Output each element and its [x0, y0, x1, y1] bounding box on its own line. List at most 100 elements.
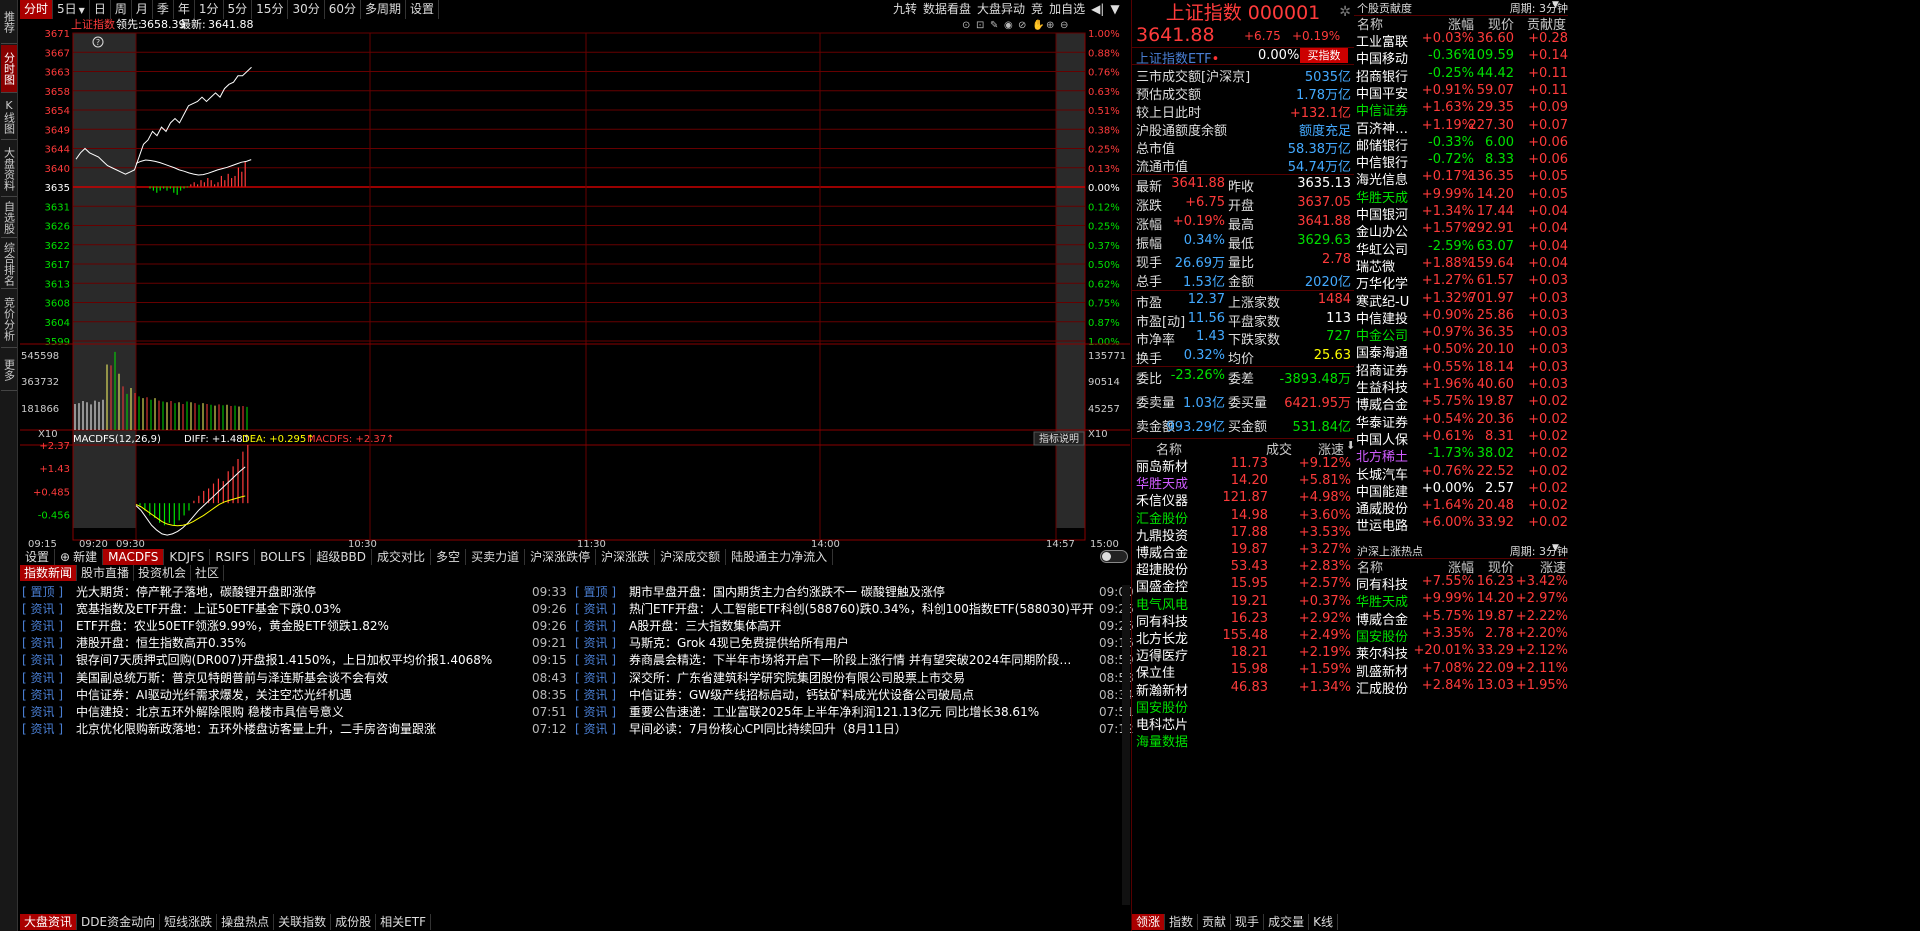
- row-name[interactable]: 国泰海通: [1356, 342, 1408, 361]
- indicator-tab-0[interactable]: 设置: [20, 549, 56, 565]
- news-item[interactable]: [ 资讯 ] 深交所：广东省建筑科学研究院集团股份有限公司股票上市交易 08:58: [575, 669, 1137, 687]
- news-title[interactable]: 早间必读：7月份核心CPI同比持续回升（8月11日）: [629, 720, 907, 738]
- stock-name[interactable]: 北方长龙: [1136, 628, 1188, 647]
- bottom-tab-3[interactable]: 操盘热点: [217, 914, 275, 930]
- news-title[interactable]: 马斯克：Grok 4现已免费提供给所有用户: [629, 634, 849, 652]
- stock-name[interactable]: 汇金股份: [1136, 508, 1188, 527]
- stock-name[interactable]: 保立佳: [1136, 662, 1175, 681]
- news-title[interactable]: 券商晨会精选：下半年市场将开启下一阶段上涨行情 并有望突破2024年同期阶段…: [629, 651, 1071, 669]
- news-title[interactable]: 港股开盘：恒生指数高开0.35%: [76, 634, 246, 652]
- indicator-tab-8[interactable]: 多空: [431, 549, 467, 565]
- row-name[interactable]: 中国平安: [1356, 83, 1408, 102]
- indicator-tab-9[interactable]: 买卖力道: [466, 549, 526, 565]
- news-item[interactable]: [ 资讯 ] 北京优化限购新政落地：五环外楼盘访客量上升，二手房咨询量跟涨 07:1…: [22, 720, 567, 738]
- list-tab-4[interactable]: 成交量: [1264, 914, 1310, 930]
- indicator-tab-10[interactable]: 沪深涨跌停: [525, 549, 597, 565]
- row-name[interactable]: 世运电路: [1356, 515, 1408, 534]
- indicator-tab-2[interactable]: MACDFS: [103, 549, 165, 565]
- chart-tool-icon[interactable]: ⊡: [976, 20, 984, 31]
- stock-name[interactable]: 同有科技: [1136, 611, 1188, 630]
- indicator-tab-6[interactable]: 超级BBD: [311, 549, 373, 565]
- news-tab-1[interactable]: 股市直播: [77, 565, 135, 581]
- indicator-tab-11[interactable]: 沪深涨跌: [596, 549, 656, 565]
- row-name[interactable]: 汇成股份: [1356, 678, 1408, 697]
- news-item[interactable]: [ 资讯 ] 马斯克：Grok 4现已免费提供给所有用户 09:16: [575, 634, 1137, 652]
- row-name[interactable]: 生益科技: [1356, 377, 1408, 396]
- row-name[interactable]: 中金公司: [1356, 325, 1408, 344]
- stock-name[interactable]: 九鼎投资: [1136, 525, 1188, 544]
- row-name[interactable]: 工业富联: [1356, 31, 1408, 50]
- left-nav-4[interactable]: 自选股: [1, 198, 17, 238]
- news-title[interactable]: ETF开盘：农业50ETF领涨9.99%，黄金股ETF领跌1.82%: [76, 617, 389, 635]
- indicator-tab-7[interactable]: 成交对比: [372, 549, 432, 565]
- chart-tool-icon[interactable]: ◉: [1004, 20, 1013, 31]
- row-name[interactable]: 中信证券: [1356, 100, 1408, 119]
- indicator-tab-12[interactable]: 沪深成交额: [655, 549, 727, 565]
- row-name[interactable]: 同有科技: [1356, 574, 1408, 593]
- row-name[interactable]: 博威合金: [1356, 609, 1408, 628]
- news-item[interactable]: [ 资讯 ] 银存间7天质押式回购(DR007)开盘报1.4150%，上日加权平均…: [22, 651, 567, 669]
- stock-name[interactable]: 海量数据: [1136, 731, 1188, 750]
- chevron-down-icon[interactable]: ▼: [1552, 0, 1559, 10]
- etf-link[interactable]: 上证指数ETF•: [1136, 48, 1219, 67]
- news-item[interactable]: [ 资讯 ] 热门ETF开盘：人工智能ETF科创(588760)跌0.34%，科创…: [575, 600, 1137, 618]
- row-name[interactable]: 中国银河: [1356, 204, 1408, 223]
- news-item[interactable]: [ 置顶 ] 光大期货：停产靴子落地，碳酸锂开盘即涨停 09:33: [22, 583, 567, 601]
- news-item[interactable]: [ 资讯 ] 中信证券：GW级产线招标启动，钙钛矿料成光伏设备公司破局点 08:34: [575, 686, 1137, 704]
- row-name[interactable]: 中国人保: [1356, 429, 1408, 448]
- news-item[interactable]: [ 资讯 ] 港股开盘：恒生指数高开0.35% 09:21: [22, 634, 567, 652]
- news-tab-3[interactable]: 社区: [191, 565, 225, 581]
- row-name[interactable]: 华胜天成: [1356, 187, 1408, 206]
- left-nav-6[interactable]: 竞价分析: [1, 290, 17, 348]
- news-title[interactable]: 中信建投：北京五环外解除限购 稳楼市具信号意义: [76, 703, 344, 721]
- chart-tool-icon[interactable]: ⊙: [962, 20, 970, 31]
- row-name[interactable]: 海光信息: [1356, 169, 1408, 188]
- news-title[interactable]: A股开盘：三大指数集体高开: [629, 617, 781, 635]
- row-name[interactable]: 博威合金: [1356, 394, 1408, 413]
- toggle-switch[interactable]: [1100, 550, 1128, 563]
- row-name[interactable]: 百济神…: [1356, 118, 1408, 137]
- list-tab-2[interactable]: 贡献: [1198, 914, 1232, 930]
- stock-name[interactable]: 博威合金: [1136, 542, 1188, 561]
- left-nav-1[interactable]: 分时图: [1, 45, 17, 93]
- buy-index-button[interactable]: 买指数: [1300, 48, 1348, 63]
- news-title[interactable]: 宽基指数及ETF开盘：上证50ETF基金下跌0.03%: [76, 600, 341, 618]
- news-tab-0[interactable]: 指数新闻: [20, 565, 78, 581]
- left-nav-7[interactable]: 更多: [1, 349, 17, 391]
- row-name[interactable]: 中信建投: [1356, 308, 1408, 327]
- stock-name[interactable]: 丽岛新材: [1136, 456, 1188, 475]
- stock-name[interactable]: 华胜天成: [1136, 473, 1188, 492]
- row-name[interactable]: 华胜天成: [1356, 591, 1408, 610]
- row-name[interactable]: 寒武纪-U: [1356, 291, 1409, 310]
- list-header-1[interactable]: 成交: [1266, 439, 1292, 458]
- news-title[interactable]: 深交所：广东省建筑科学研究院集团股份有限公司股票上市交易: [629, 669, 965, 687]
- news-title[interactable]: 热门ETF开盘：人工智能ETF科创(588760)跌0.34%，科创100指数E…: [629, 600, 1094, 618]
- news-title[interactable]: 中信证券：GW级产线招标启动，钙钛矿料成光伏设备公司破局点: [629, 686, 974, 704]
- chart-tool-icon[interactable]: ✎: [990, 20, 998, 31]
- news-title[interactable]: 光大期货：停产靴子落地，碳酸锂开盘即涨停: [76, 583, 316, 601]
- row-name[interactable]: 中国移动: [1356, 48, 1408, 67]
- bottom-tab-4[interactable]: 关联指数: [274, 914, 332, 930]
- stock-name[interactable]: 电气风电: [1136, 594, 1188, 613]
- chevron-down-icon[interactable]: ▼: [1552, 543, 1559, 553]
- news-title[interactable]: 银存间7天质押式回购(DR007)开盘报1.4150%，上日加权平均价报1.40…: [76, 651, 492, 669]
- row-name[interactable]: 凯盛新材: [1356, 661, 1408, 680]
- bottom-tab-6[interactable]: 相关ETF: [376, 914, 431, 930]
- news-item[interactable]: [ 资讯 ] 重要公告速递：工业富联2025年上半年净利润121.13亿元 同比增…: [575, 703, 1137, 721]
- row-name[interactable]: 莱尔科技: [1356, 643, 1408, 662]
- news-scrollbar[interactable]: [1122, 585, 1130, 905]
- list-tab-3[interactable]: 现手: [1231, 914, 1265, 930]
- row-name[interactable]: 万华化学: [1356, 273, 1408, 292]
- list-tab-5[interactable]: K线: [1309, 914, 1338, 930]
- news-item[interactable]: [ 资讯 ] 早间必读：7月份核心CPI同比持续回升（8月11日） 07:12: [575, 720, 1137, 738]
- indicator-tab-13[interactable]: 陆股通主力净流入: [726, 549, 834, 565]
- bottom-tab-5[interactable]: 成份股: [331, 914, 377, 930]
- etf-name[interactable]: 上证指数ETF: [1136, 52, 1212, 67]
- news-title[interactable]: 中信证券：AI驱动光纤需求爆发，关注空芯光纤机遇: [76, 686, 352, 704]
- chart-tool-icon[interactable]: ⊕: [1046, 20, 1054, 31]
- stock-name[interactable]: 新瀚新材: [1136, 680, 1188, 699]
- left-nav-3[interactable]: 大盘资料: [1, 141, 17, 197]
- news-title[interactable]: 美国副总统万斯：普京见特朗普前与泽连斯基会谈不会有效: [76, 669, 388, 687]
- news-title[interactable]: 重要公告速递：工业富联2025年上半年净利润121.13亿元 同比增长38.61…: [629, 703, 1039, 721]
- stock-name[interactable]: 电科芯片: [1136, 714, 1188, 733]
